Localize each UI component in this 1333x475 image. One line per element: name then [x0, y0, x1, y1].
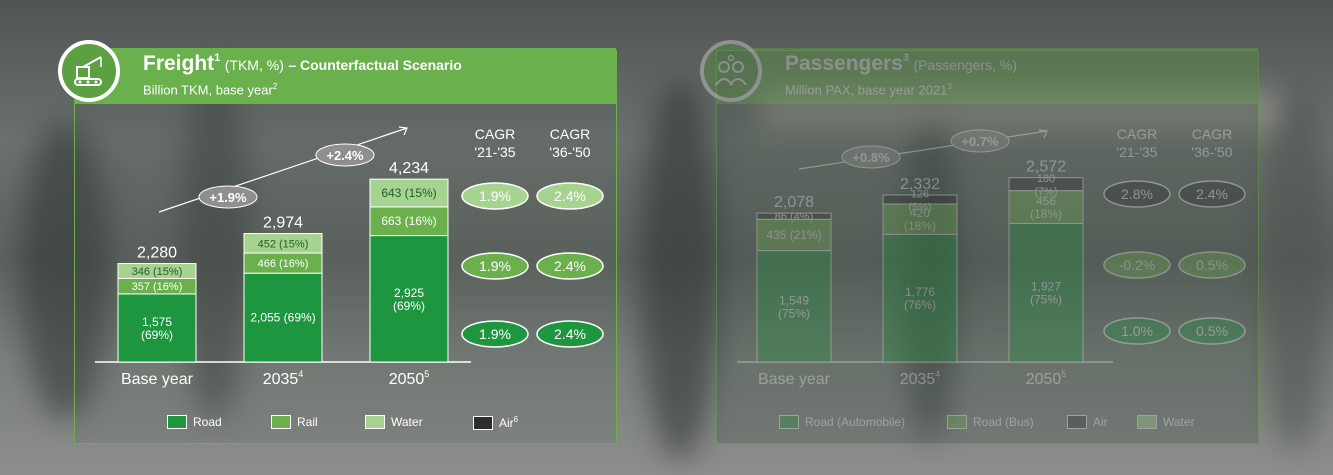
data-label: 466 (16%) — [258, 258, 309, 270]
freight-legend-rail: Rail — [271, 415, 318, 429]
pax-legend-water: Water — [1137, 415, 1195, 429]
legend-swatch-air — [473, 415, 493, 430]
cagr-value: 0.5% — [1196, 323, 1228, 339]
freight-legend: Road — [167, 415, 222, 429]
total-label: 2,332 — [900, 176, 940, 193]
data-label: 2,925 (69%) — [393, 286, 425, 313]
cagr-value: 2.4% — [554, 258, 586, 274]
cagr-value: -0.2% — [1119, 257, 1156, 273]
cagr-value: 0.5% — [1196, 257, 1228, 273]
legend-label: Road — [193, 415, 222, 429]
growth-bubble-label: +0.7% — [961, 134, 999, 149]
data-label: 663 (16%) — [381, 214, 436, 228]
freight-panel: Freight1 (TKM, %) – Counterfactual Scena… — [58, 40, 617, 444]
total-label: 4,234 — [389, 160, 429, 177]
cagr-value: 2.4% — [1196, 186, 1228, 202]
cagr-header: CAGR — [550, 126, 590, 142]
data-label: 1,927 (75%) — [1030, 280, 1062, 307]
data-label: 1,776 (76%) — [904, 285, 936, 312]
pax-legend-bus: Road (Bus) — [947, 415, 1034, 429]
data-label: 643 (15%) — [381, 186, 436, 200]
total-label: 2,078 — [774, 194, 814, 211]
data-label: 452 (15%) — [258, 238, 309, 250]
legend-swatch-road — [167, 415, 187, 429]
passengers-chart: 1,549 (75%) 435 (21%) 86 (4%)2,078 Base year… — [737, 126, 1246, 388]
pax-legend-auto: Road (Automobile) — [779, 415, 905, 429]
cagr-header: CAGR — [475, 126, 515, 142]
data-label: 86 (4%) — [775, 211, 814, 223]
legend-swatch-auto — [779, 415, 799, 429]
data-label: 1,549 (75%) — [778, 293, 810, 320]
freight-legend-water: Water — [365, 415, 423, 429]
legend-label: Water — [391, 415, 423, 429]
freight-chart: 1,575 (69%) 357 (16%) 346 (15%) 2,280 Base ye… — [95, 126, 604, 388]
legend-swatch-water — [365, 415, 385, 429]
freight-legend-air: Air6 — [473, 415, 518, 430]
legend-label: Water — [1163, 415, 1195, 429]
category-label: Base year — [758, 371, 831, 388]
total-label: 2,572 — [1026, 159, 1066, 176]
data-label: 1,575 (69%) — [141, 315, 173, 342]
category-label: 20354 — [900, 369, 941, 388]
legend-swatch-air — [1067, 415, 1087, 429]
cagr-header: '36-'50 — [549, 144, 590, 160]
legend-label: Air6 — [499, 415, 519, 430]
category-label: 20505 — [1026, 369, 1067, 388]
legend-swatch-bus — [947, 415, 967, 429]
cagr-value: 1.9% — [479, 326, 511, 342]
data-label: 346 (15%) — [132, 266, 183, 278]
legend-label: Air — [1093, 415, 1108, 429]
legend-label: Road (Automobile) — [805, 415, 906, 429]
legend-label: Rail — [297, 415, 318, 429]
total-label: 2,280 — [137, 245, 177, 262]
cagr-value: 2.8% — [1121, 186, 1153, 202]
pax-legend-air: Air — [1067, 415, 1108, 429]
growth-arrow-line — [798, 130, 1048, 170]
passengers-dimmed-layer: Passengers3 (Passengers, %) Million PAX,… — [700, 40, 1258, 443]
cagr-header: '21-'35 — [1116, 144, 1157, 160]
category-label: 20505 — [389, 369, 430, 388]
legend-label: Road (Bus) — [973, 415, 1034, 429]
growth-bubble-label: +1.9% — [209, 190, 247, 205]
legend-swatch-water — [1137, 415, 1157, 429]
cagr-value: 1.9% — [479, 258, 511, 274]
cagr-header: CAGR — [1192, 126, 1232, 142]
cagr-value: 2.4% — [554, 188, 586, 204]
data-label: 357 (16%) — [132, 281, 183, 293]
total-label: 2,974 — [263, 215, 303, 232]
legend-swatch-rail — [271, 415, 291, 429]
growth-bubble-label: +0.8% — [852, 150, 890, 165]
growth-arrow-head — [398, 126, 408, 136]
category-label: Base year — [121, 371, 194, 388]
passengers-panel: Passengers3 (Passengers, %) Million PAX,… — [700, 40, 1259, 444]
category-label: 20354 — [263, 369, 304, 388]
cagr-header: '36-'50 — [1191, 144, 1232, 160]
cagr-header: CAGR — [1117, 126, 1157, 142]
data-label: 2,055 (69%) — [250, 311, 315, 325]
growth-bubble-label: +2.4% — [326, 148, 364, 163]
cagr-value: 1.0% — [1121, 323, 1153, 339]
data-label: 180 (7%) — [1034, 173, 1057, 198]
cagr-value: 2.4% — [554, 326, 586, 342]
cagr-value: 1.9% — [479, 188, 511, 204]
data-label: 435 (21%) — [766, 228, 821, 242]
cagr-header: '21-'35 — [474, 144, 515, 160]
